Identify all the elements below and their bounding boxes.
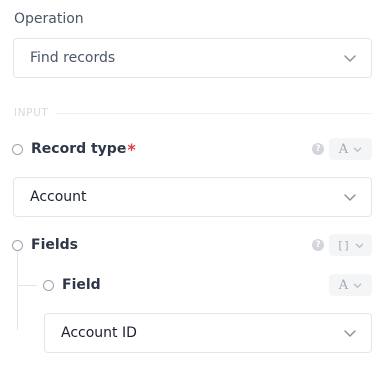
operation-select-value: Find records — [30, 50, 116, 66]
field-row: Field — [43, 275, 101, 295]
field-select-value: Account ID — [61, 325, 137, 341]
field-label: Field — [62, 277, 101, 293]
field-radio-icon[interactable] — [43, 279, 54, 291]
record-type-label: Record type — [31, 141, 127, 157]
tree-connector-horizontal — [17, 285, 37, 286]
fields-help-icon[interactable]: ? — [312, 239, 324, 251]
text-type-glyph: A — [338, 141, 349, 157]
chevron-down-icon — [355, 243, 364, 248]
input-section-label: INPUT — [14, 107, 49, 119]
record-type-datatype-button[interactable]: A — [329, 138, 372, 160]
field-select[interactable]: Account ID — [44, 313, 372, 353]
chevron-down-icon — [344, 194, 356, 201]
chevron-down-icon — [344, 55, 356, 62]
section-divider — [56, 112, 372, 114]
record-type-select-value: Account — [30, 189, 87, 205]
tree-connector-vertical — [17, 251, 18, 330]
record-type-row: Record type * — [12, 139, 136, 159]
required-marker: * — [127, 139, 136, 159]
operation-label: Operation — [14, 11, 84, 27]
text-type-glyph: A — [338, 277, 349, 293]
input-section-header: INPUT — [14, 106, 372, 120]
operation-panel: Operation Find records INPUT Record type… — [0, 0, 380, 376]
field-datatype-button[interactable]: A — [329, 274, 372, 296]
fields-row: Fields — [12, 235, 78, 255]
fields-datatype-button[interactable]: [] — [329, 234, 372, 256]
chevron-down-icon — [353, 283, 362, 288]
chevron-down-icon — [344, 330, 356, 337]
record-type-select[interactable]: Account — [13, 177, 372, 217]
operation-select[interactable]: Find records — [13, 38, 372, 78]
record-type-help-icon[interactable]: ? — [312, 143, 324, 155]
chevron-down-icon — [353, 147, 362, 152]
fields-label: Fields — [31, 237, 79, 253]
record-type-radio-icon[interactable] — [12, 143, 23, 155]
fields-radio-icon[interactable] — [12, 239, 23, 251]
list-type-glyph: [] — [336, 238, 351, 252]
